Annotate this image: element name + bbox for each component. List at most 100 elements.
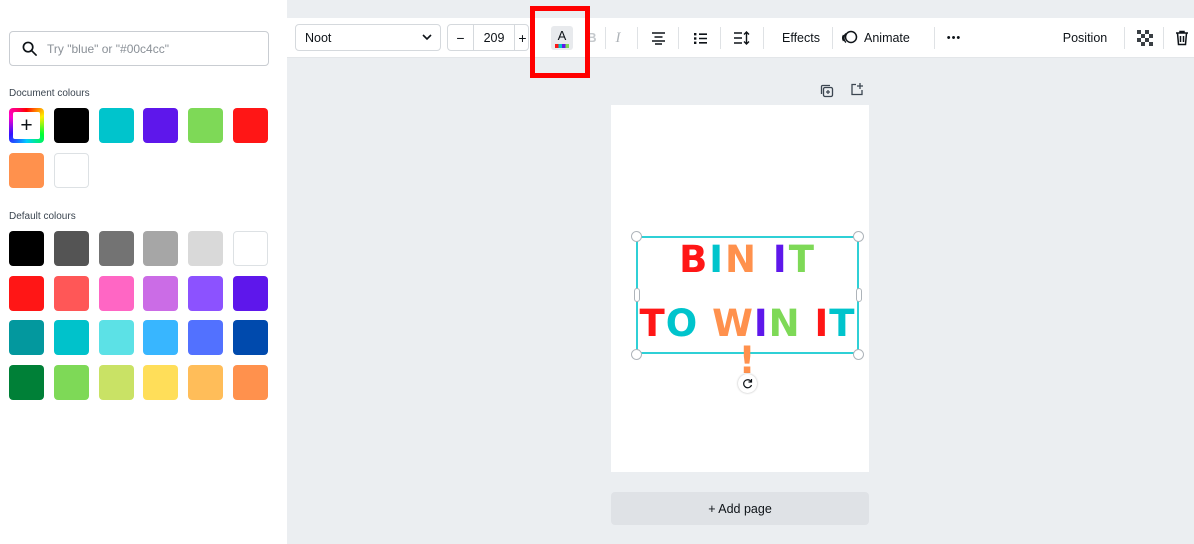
colour-search-field[interactable]: Try "blue" or "#00c4cc" [9,31,269,66]
toolbar-divider [934,27,935,49]
canvas-letter: N [768,302,801,345]
animate-button[interactable]: Animate [840,24,920,52]
animate-icon [842,30,858,44]
chevron-down-icon [422,34,432,41]
document-colour-swatch[interactable] [188,108,223,143]
animate-label: Animate [864,31,910,45]
add-page-icon[interactable] [850,82,864,96]
document-colour-swatch[interactable] [143,108,178,143]
toolbar-divider [678,27,679,49]
font-size-stepper: − 209 + [447,24,529,51]
resize-handle-top-right[interactable] [853,231,864,242]
default-colour-swatch[interactable] [143,364,178,400]
rotate-icon [743,379,753,389]
text-align-button[interactable] [647,24,669,52]
default-colour-swatch[interactable] [99,320,134,355]
page-actions [820,82,868,100]
delete-button[interactable] [1172,24,1192,52]
resize-handle-top-left[interactable] [631,231,642,242]
add-colour-button[interactable]: + [9,108,44,143]
trash-icon [1176,30,1188,46]
colour-panel: Try "blue" or "#00c4cc" Document colours… [0,0,287,544]
default-colour-swatch[interactable] [9,364,44,400]
spacing-button[interactable] [729,24,753,52]
document-colour-swatch[interactable] [99,108,134,143]
transparency-icon [1137,30,1153,46]
resize-handle-right[interactable] [856,288,862,302]
document-colour-swatch[interactable] [54,108,89,143]
document-colour-swatch[interactable] [233,108,268,143]
canvas-letter: I [814,302,830,345]
position-button[interactable]: Position [1055,24,1115,52]
canvas-letter: I [709,238,726,281]
default-colour-swatch[interactable] [188,275,223,311]
default-colour-swatch[interactable] [233,320,268,355]
font-name: Noot [305,30,332,45]
rotate-handle[interactable] [738,374,757,393]
text-element[interactable]: BIN IT TO WIN IT! [636,236,859,379]
effects-button[interactable]: Effects [771,24,831,52]
default-colour-swatch[interactable] [54,231,89,266]
transparency-button[interactable] [1135,24,1155,52]
default-colour-swatch[interactable] [188,231,223,266]
document-colour-swatch[interactable] [54,153,89,188]
canvas-letter: W [712,302,754,345]
duplicate-page-icon[interactable] [820,84,834,98]
more-options-button[interactable]: ••• [941,24,967,52]
canvas-letter: I [753,302,769,345]
canvas-letter [698,305,712,342]
canvas-letter: T [829,302,856,345]
font-dropdown[interactable]: Noot [295,24,441,51]
default-colour-swatch[interactable] [99,275,134,311]
list-button[interactable] [689,24,711,52]
annotation-highlight-box [530,6,590,78]
add-page-button[interactable]: + Add page [611,492,869,525]
toolbar-divider [605,27,606,49]
default-colour-swatch[interactable] [54,275,89,311]
default-colour-swatch[interactable] [9,231,44,266]
default-colour-swatch[interactable] [143,275,178,311]
italic-button[interactable]: I [609,24,627,52]
default-colour-swatch[interactable] [143,231,178,266]
default-colour-swatch[interactable] [99,364,134,400]
line-spacing-icon [733,31,749,45]
resize-handle-left[interactable] [634,288,640,302]
editor-app: Try "blue" or "#00c4cc" Document colours… [0,0,1194,544]
default-colour-swatch[interactable] [99,231,134,266]
canvas-letter [801,305,815,342]
canvas-letter: B [679,238,710,281]
bullet-list-icon [693,32,707,44]
text-line-1: BIN IT [638,241,857,278]
canvas-letter: T [788,238,816,281]
canvas-letter: I [772,238,789,281]
document-colour-swatch[interactable] [9,153,44,188]
search-placeholder: Try "blue" or "#00c4cc" [47,41,169,56]
default-colour-swatch[interactable] [233,364,268,400]
toolbar-divider [832,27,833,49]
toolbar-divider [1124,27,1125,49]
default-colour-swatch[interactable] [54,364,89,400]
canvas-letter: N [725,238,759,281]
default-colours-label: Default colours [9,211,76,222]
default-colour-swatch[interactable] [233,231,268,266]
resize-handle-bottom-right[interactable] [853,349,864,360]
toolbar-divider [637,27,638,49]
default-colour-swatch[interactable] [233,275,268,311]
toolbar-divider [763,27,764,49]
decrease-font-size-button[interactable]: − [448,25,474,50]
default-colour-swatch[interactable] [188,320,223,355]
toolbar-divider [720,27,721,49]
default-colour-swatch[interactable] [143,320,178,355]
default-colour-swatch[interactable] [9,320,44,355]
canvas-letter: O [665,302,699,345]
resize-handle-bottom-left[interactable] [631,349,642,360]
plus-icon: + [13,112,40,139]
default-colour-swatch[interactable] [9,275,44,311]
default-colour-swatch[interactable] [54,320,89,355]
font-size-input[interactable]: 209 [474,25,514,50]
search-icon [22,41,37,56]
default-colour-swatch[interactable] [188,364,223,400]
align-center-icon [651,31,665,45]
document-colours-label: Document colours [9,88,90,99]
increase-font-size-button[interactable]: + [514,25,530,50]
